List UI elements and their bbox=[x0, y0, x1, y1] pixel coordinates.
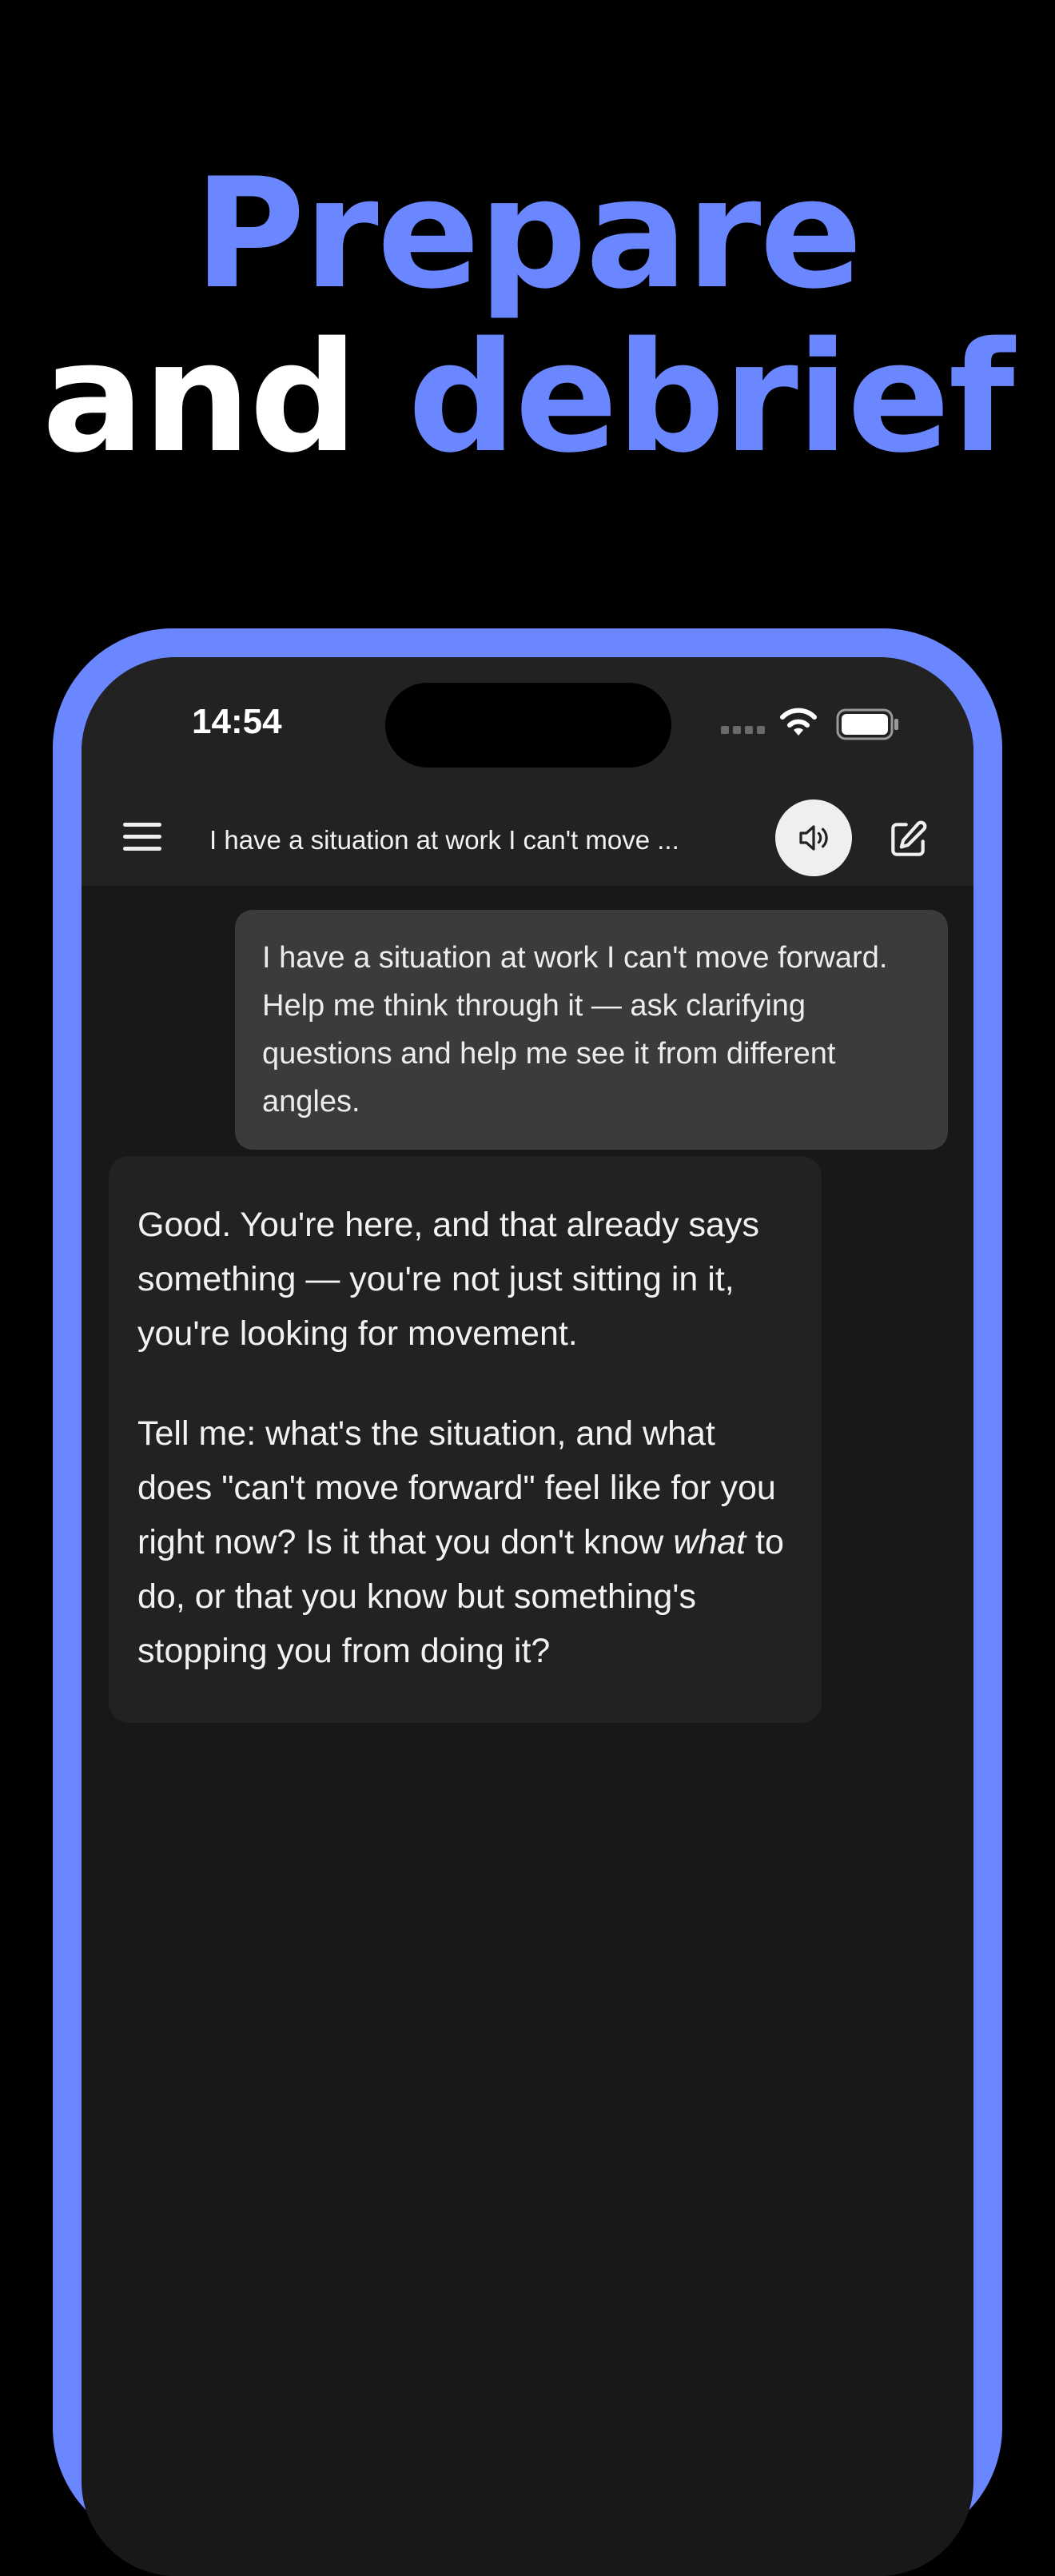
chat-header: I have a situation at work I can't move … bbox=[82, 793, 973, 886]
phone-screen: 14:54 I have a situation at work I can't… bbox=[82, 657, 973, 2576]
headline-word-and: and bbox=[42, 309, 358, 486]
menu-icon[interactable] bbox=[123, 821, 163, 853]
assistant-paragraph-2: Tell me: what's the situation, and what … bbox=[137, 1406, 794, 1678]
signal-icon bbox=[721, 726, 769, 736]
status-time: 14:54 bbox=[192, 702, 282, 741]
status-bar: 14:54 bbox=[82, 657, 973, 793]
assistant-paragraph-1: Good. You're here, and that already says… bbox=[137, 1206, 759, 1353]
speaker-button[interactable] bbox=[775, 800, 852, 876]
speaker-icon bbox=[799, 825, 828, 851]
headline-word-debrief: debrief bbox=[408, 309, 1014, 486]
assistant-emphasis: what bbox=[673, 1523, 746, 1561]
new-chat-icon[interactable] bbox=[886, 817, 930, 862]
user-message-bubble: I have a situation at work I can't move … bbox=[235, 910, 948, 1150]
conversation-title[interactable]: I have a situation at work I can't move … bbox=[209, 825, 753, 855]
wifi-icon bbox=[780, 708, 817, 736]
marketing-headline: Prepare and debrief bbox=[0, 152, 1055, 480]
battery-icon bbox=[836, 708, 898, 740]
user-message-text: I have a situation at work I can't move … bbox=[262, 941, 888, 1119]
headline-line-2: and debrief bbox=[0, 316, 1055, 480]
dynamic-island bbox=[385, 683, 671, 768]
assistant-message-bubble: Good. You're here, and that already says… bbox=[109, 1156, 822, 1723]
headline-line-1: Prepare bbox=[193, 146, 863, 322]
